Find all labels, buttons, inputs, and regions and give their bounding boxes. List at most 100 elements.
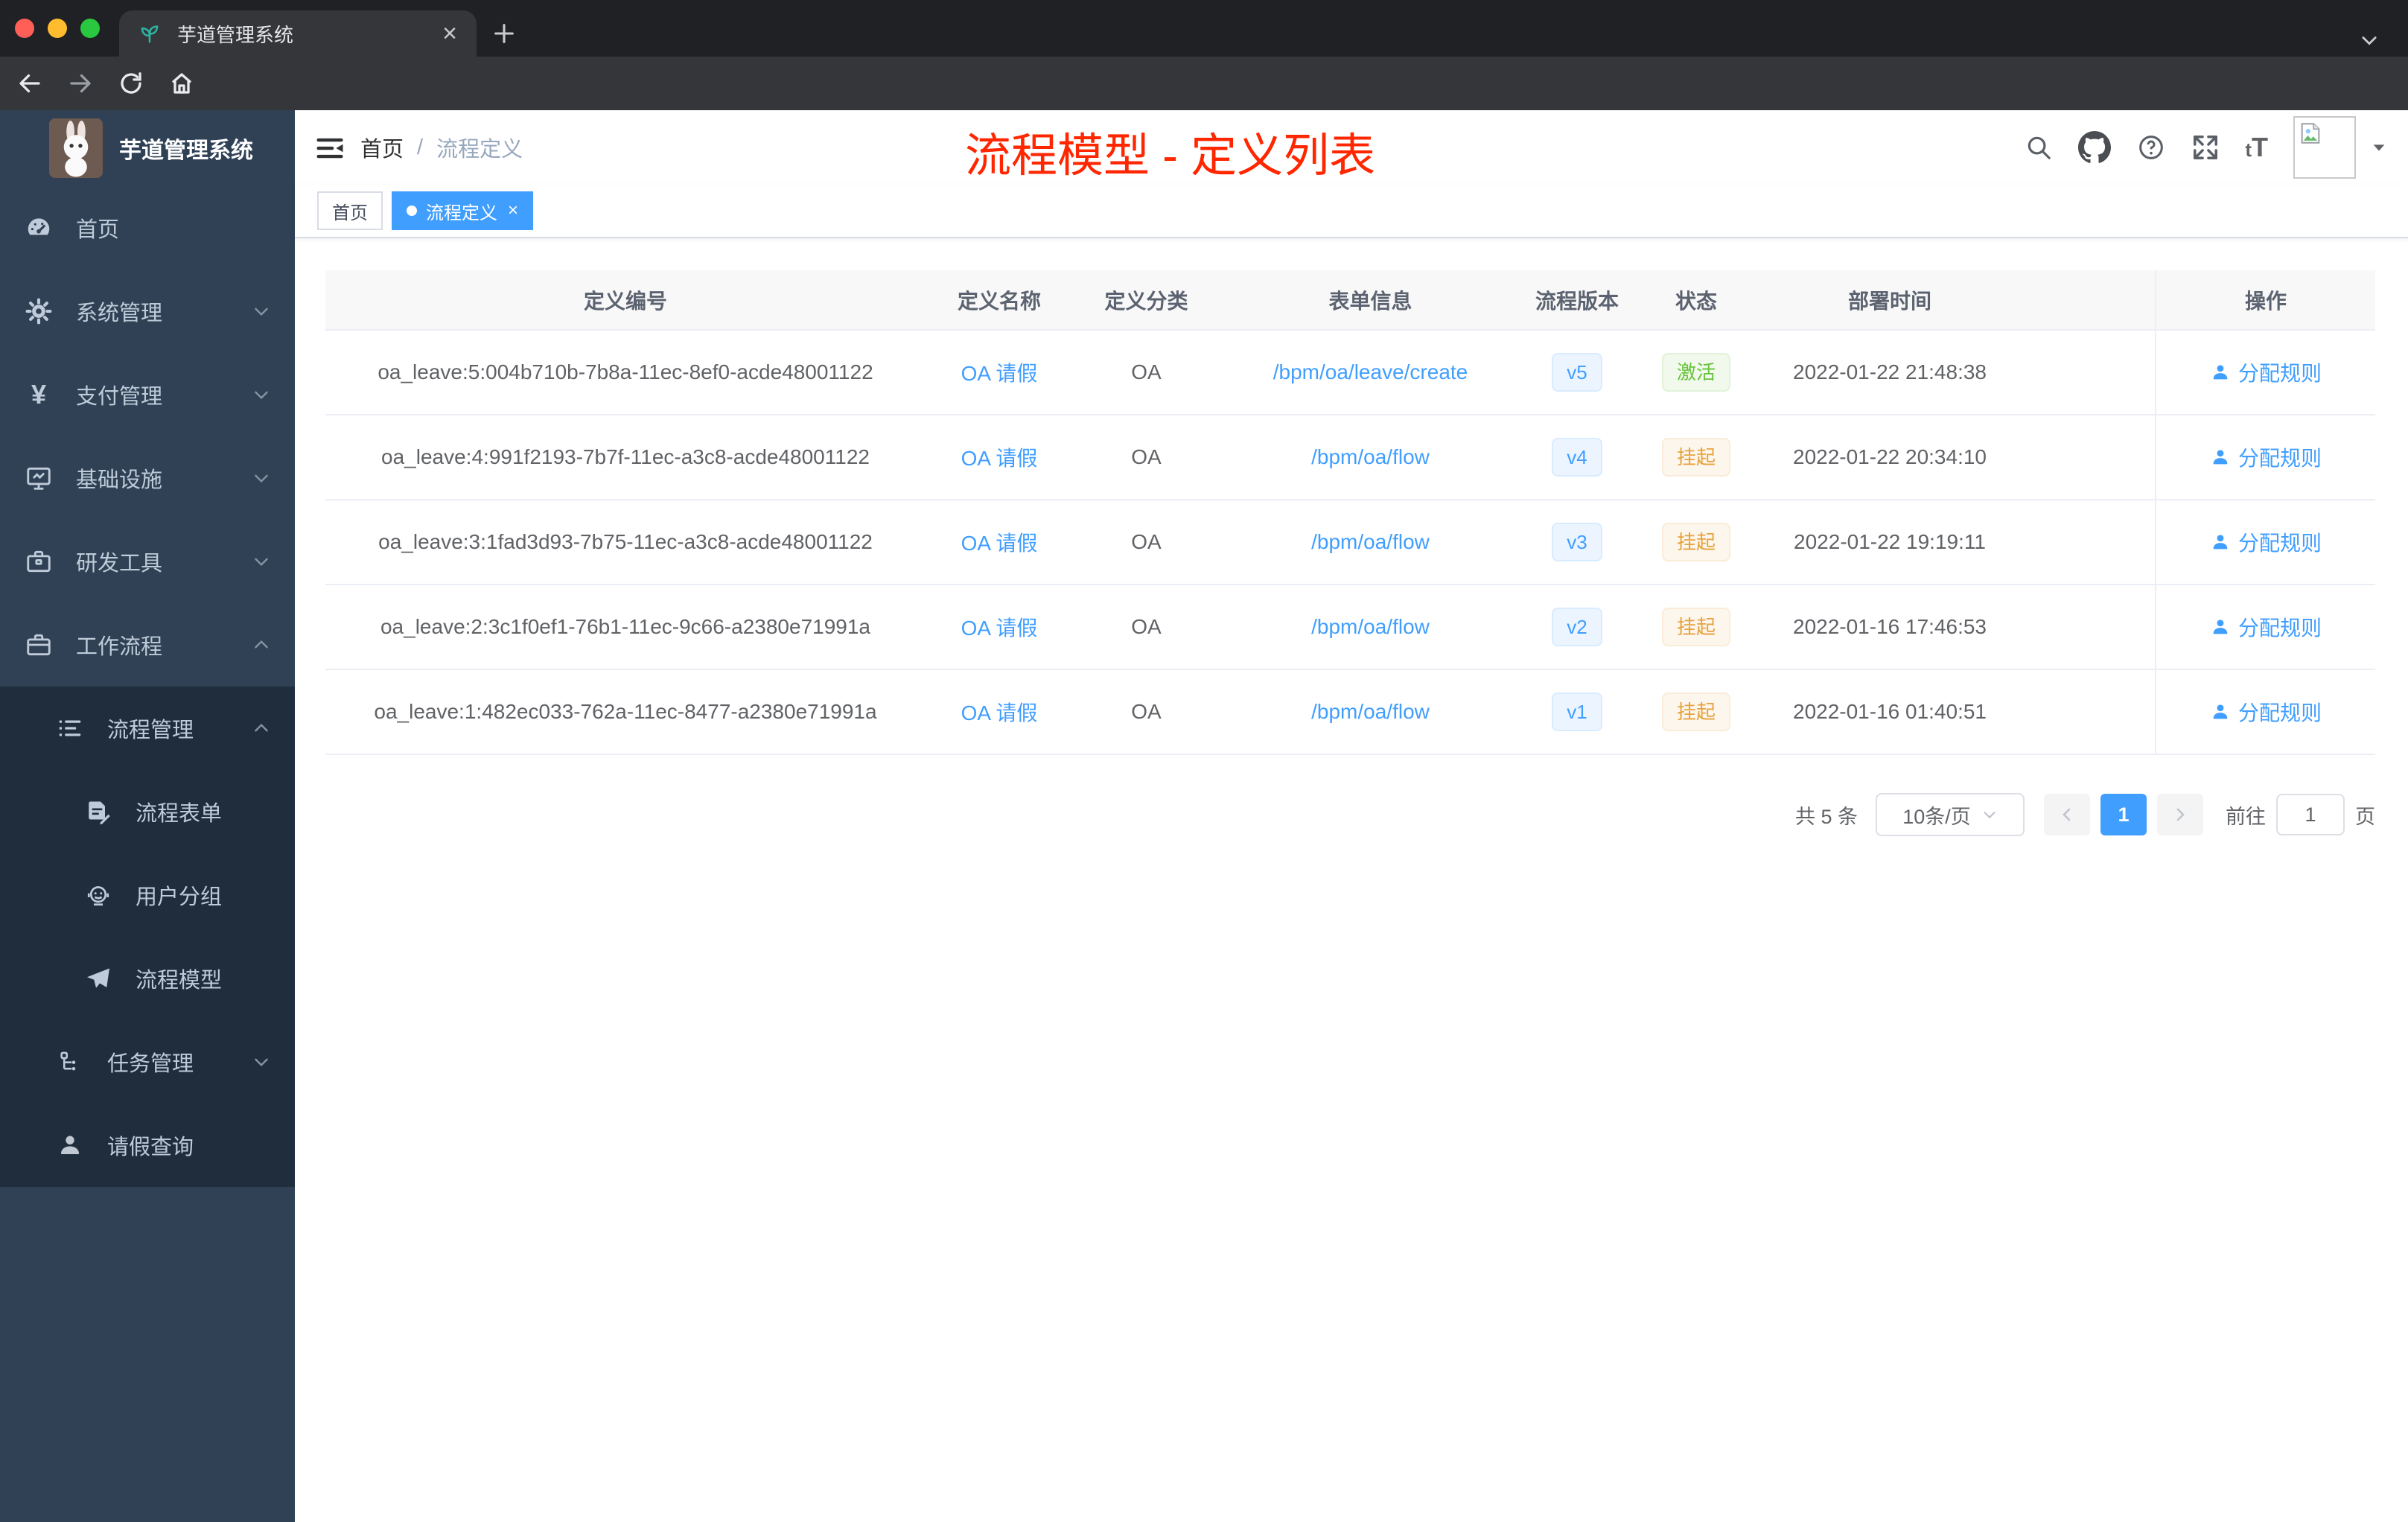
tag-close-icon[interactable]: × [508,202,518,220]
sidebar-item-home[interactable]: 首页 [0,186,295,270]
help-icon[interactable] [2136,133,2166,162]
goto-label: 前往 [2226,805,2266,828]
definition-category: OA [1073,500,1220,585]
sidebar-item-payment-management[interactable]: ¥ 支付管理 [0,353,295,436]
maximize-window-button[interactable] [80,19,100,38]
sidebar-item-task-management[interactable]: 任务管理 [0,1020,295,1104]
col-definition-category: 定义分类 [1073,270,1220,331]
sidebar-item-process-model[interactable]: 流程模型 [0,937,295,1020]
tab-close-icon[interactable]: × [442,21,457,46]
page-size-select[interactable]: 10条/页 [1876,793,2025,836]
page-annotation: 流程模型 - 定义列表 [965,130,1376,182]
forward-button[interactable] [67,70,94,97]
reload-button[interactable] [118,70,144,97]
workflow-submenu: 流程管理 流程表单 用户分组 流程模型 任务管理 请假查询 [0,687,295,1187]
font-size-icon[interactable]: tT [2245,132,2268,163]
user-icon [55,1130,85,1160]
sidebar-collapse-icon[interactable] [314,133,345,164]
back-button[interactable] [16,70,43,97]
version-badge: v2 [1552,608,1602,646]
version-badge: v4 [1552,438,1602,477]
assign-rule-button[interactable]: 分配规则 [2210,527,2322,557]
sidebar-item-infrastructure[interactable]: 基础设施 [0,436,295,520]
list-icon [55,713,85,743]
definition-name-link[interactable]: OA 请假 [961,362,1038,385]
github-icon[interactable] [2078,131,2112,164]
yen-icon: ¥ [31,379,47,410]
table-row: oa_leave:5:004b710b-7b8a-11ec-8ef0-acde4… [325,330,2375,415]
sidebar: 芋道管理系统 首页 系统管理 ¥ 支付管理 基础设施 研发工具 工作流程 流程管… [0,110,295,1522]
status-badge: 挂起 [1661,692,1730,731]
fullscreen-icon[interactable] [2191,133,2220,162]
page-number-button[interactable]: 1 [2100,794,2147,835]
sidebar-item-system-management[interactable]: 系统管理 [0,270,295,353]
breadcrumb-home[interactable]: 首页 [360,132,404,163]
tag-process-definition[interactable]: 流程定义 × [392,191,534,230]
next-page-button[interactable] [2157,794,2203,835]
search-icon[interactable] [2025,133,2053,162]
definition-id: oa_leave:4:991f2193-7b7f-11ec-a3c8-acde4… [325,415,926,500]
chevron-up-icon [252,719,271,738]
form-link[interactable]: /bpm/oa/leave/create [1273,360,1468,383]
form-link[interactable]: /bpm/oa/flow [1311,445,1430,468]
chevron-down-icon [252,385,271,404]
form-link[interactable]: /bpm/oa/flow [1311,530,1430,553]
table-row: oa_leave:4:991f2193-7b7f-11ec-a3c8-acde4… [325,415,2375,500]
col-definition-id: 定义编号 [325,270,926,331]
browser-tab[interactable]: 芋道管理系统 × [119,10,477,57]
definition-name-link[interactable]: OA 请假 [961,701,1038,725]
assign-rule-button[interactable]: 分配规则 [2210,697,2322,727]
tab-search-chevron-icon[interactable] [2359,30,2380,51]
chevron-up-icon [252,635,271,655]
col-deploy-time: 部署时间 [1759,270,2020,331]
prev-page-button[interactable] [2044,794,2090,835]
definition-id: oa_leave:5:004b710b-7b8a-11ec-8ef0-acde4… [325,330,926,415]
new-tab-button[interactable] [491,21,517,46]
version-badge: v3 [1552,523,1602,561]
table-row: oa_leave:3:1fad3d93-7b75-11ec-a3c8-acde4… [325,500,2375,585]
sidebar-item-dev-tools[interactable]: 研发工具 [0,520,295,603]
avatar-caret-icon[interactable] [2371,139,2387,156]
form-link[interactable]: /bpm/oa/flow [1311,615,1430,638]
status-badge: 激活 [1661,353,1730,392]
minimize-window-button[interactable] [48,19,67,38]
tag-home[interactable]: 首页 [317,191,383,230]
tab-title: 芋道管理系统 [177,23,294,46]
tree-icon [55,1047,85,1077]
avatar[interactable] [2293,116,2356,179]
sidebar-item-leave-query[interactable]: 请假查询 [0,1104,295,1187]
definition-name-link[interactable]: OA 请假 [961,447,1038,470]
assign-rule-button[interactable]: 分配规则 [2210,612,2322,642]
version-badge: v1 [1552,692,1602,731]
definition-name-link[interactable]: OA 请假 [961,617,1038,640]
status-badge: 挂起 [1661,438,1730,477]
assign-rule-button[interactable]: 分配规则 [2210,442,2322,472]
home-button[interactable] [168,70,195,97]
browser-toolbar: 不安全 dashboard.yudao.iocoder.cn /bpm/mana… [0,57,2408,163]
dashboard-icon [24,213,54,243]
robot-face-icon [83,880,113,910]
sidebar-item-process-form[interactable]: 流程表单 [0,770,295,853]
version-badge: v5 [1552,353,1602,392]
chevron-left-icon [2063,808,2071,821]
paper-plane-icon [83,964,113,993]
definition-name-link[interactable]: OA 请假 [961,532,1038,555]
definition-category: OA [1073,415,1220,500]
assign-rule-button[interactable]: 分配规则 [2210,357,2322,387]
definition-category: OA [1073,585,1220,670]
chevron-right-icon [2176,808,2185,821]
col-form-info: 表单信息 [1220,270,1521,331]
col-process-version: 流程版本 [1521,270,1633,331]
form-link[interactable]: /bpm/oa/flow [1311,700,1430,723]
monitor-icon [24,463,54,493]
broken-image-icon [2301,123,2320,144]
definition-id: oa_leave:2:3c1f0ef1-76b1-11ec-9c66-a2380… [325,585,926,670]
chevron-down-icon [252,468,271,488]
app-logo: 芋道管理系统 [0,110,295,186]
close-window-button[interactable] [15,19,34,38]
goto-page-input[interactable] [2276,794,2345,835]
sidebar-item-user-group[interactable]: 用户分组 [0,853,295,937]
sidebar-item-workflow[interactable]: 工作流程 [0,603,295,687]
document-edit-icon [83,797,113,827]
sidebar-item-process-management[interactable]: 流程管理 [0,687,295,770]
